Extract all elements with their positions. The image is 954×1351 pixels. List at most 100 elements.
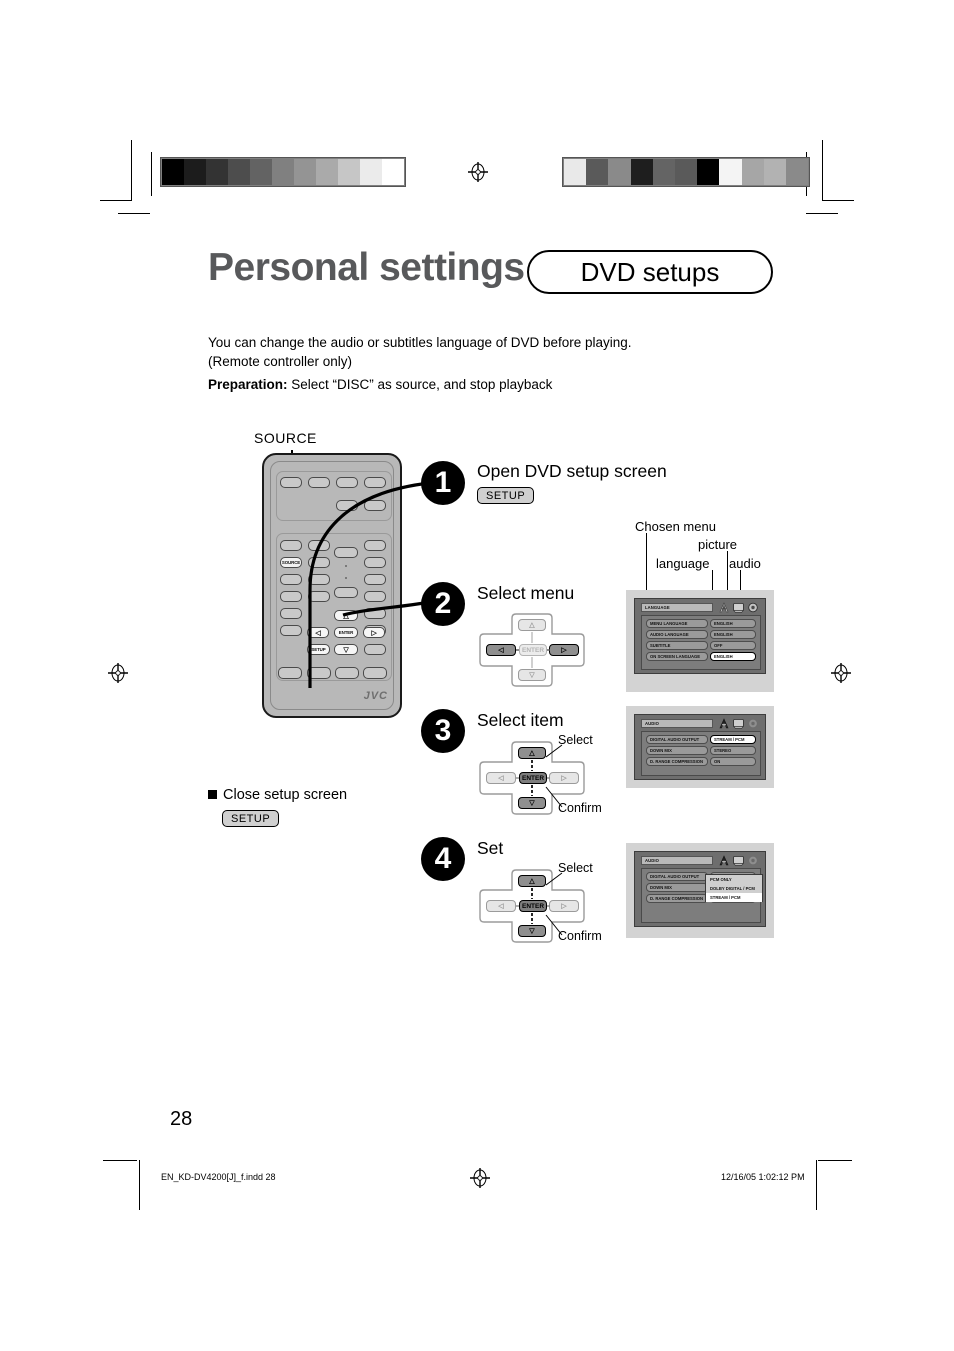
osd-language-key-3: ON SCREEN LANGUAGE: [646, 652, 708, 661]
calibration-swatch-2: [608, 159, 631, 185]
osd-language-value-1[interactable]: ENGLISH: [710, 630, 756, 639]
step-3-title: Select item: [477, 710, 564, 730]
section-badge: DVD setups: [527, 250, 773, 294]
osd-audio-step3-row-0[interactable]: DIGITAL AUDIO OUTPUT STREAM / PCM: [646, 735, 756, 744]
step-2-number: 2: [421, 582, 465, 626]
calibration-swatch-3: [228, 159, 250, 185]
registration-target-bottom: [470, 1168, 490, 1188]
audio-icon[interactable]: [748, 602, 758, 613]
osd-audio-step3-panel: DIGITAL AUDIO OUTPUT STREAM / PCM DOWN M…: [641, 731, 761, 776]
grayscale-calibration-bar-left: [160, 157, 406, 187]
calibration-swatch-0: [564, 159, 587, 185]
step-1-setup-badge[interactable]: SETUP: [477, 487, 535, 504]
osd-audio-step3-value-2[interactable]: ON: [710, 757, 756, 766]
audio-icon[interactable]: [748, 855, 758, 866]
osd-audio-step3-row-1[interactable]: DOWN MIX STEREO: [646, 746, 756, 755]
calibration-swatch-1: [586, 159, 609, 185]
osd-audio-step4-key-0: DIGITAL AUDIO OUTPUT: [646, 872, 708, 881]
step-4-leader-lines: [545, 872, 563, 936]
step-1-number: 1: [421, 461, 465, 505]
page-title: Personal settings: [208, 246, 525, 289]
step-4-number: 4: [421, 837, 465, 881]
osd-language-value-2[interactable]: OFF: [710, 641, 756, 650]
osd-language-value-0[interactable]: ENGLISH: [710, 619, 756, 628]
osd-audio-step4-icons: [719, 855, 758, 866]
calibration-swatch-4: [652, 159, 675, 185]
osd-audio-step4-screen: AUDIO DIGITAL AUDIO OUTPUT STREAM / PCM …: [634, 851, 766, 927]
preparation-label: Preparation:: [208, 377, 288, 392]
osd-audio-step3-key-0: DIGITAL AUDIO OUTPUT: [646, 735, 708, 744]
callout-curves: [308, 480, 443, 688]
calibration-swatch-7: [719, 159, 742, 185]
step-3-number: 3: [421, 709, 465, 753]
step-4-title: Set: [477, 838, 504, 858]
osd-audio-step4-dropdown[interactable]: PCM ONLY DOLBY DIGITAL / PCM STREAM / PC…: [705, 874, 763, 902]
crop-mark-bottom-left-vertical: [139, 1160, 140, 1210]
calibration-swatch-2: [206, 159, 228, 185]
registration-target-left: [108, 663, 128, 683]
osd-language-tab: LANGUAGE: [641, 603, 713, 612]
crop-mark-right-horizontal: [822, 200, 854, 201]
picture-icon[interactable]: [733, 855, 744, 866]
osd-language-row-1[interactable]: AUDIO LANGUAGE ENGLISH: [646, 630, 756, 639]
section-badge-label: DVD setups: [580, 256, 720, 287]
osd-audio-step4-key-1: DOWN MIX: [646, 883, 708, 892]
picture-icon[interactable]: [733, 718, 744, 729]
calibration-swatch-9: [360, 159, 382, 185]
crop-mark-left-horizontal: [100, 200, 132, 201]
preparation-text: Select “DISC” as source, and stop playba…: [287, 377, 553, 392]
crop-mark-top-left-vertical-2: [151, 152, 152, 196]
osd-dropdown-option-2[interactable]: STREAM / PCM: [706, 893, 762, 902]
close-setup-badge[interactable]: SETUP: [222, 810, 280, 827]
osd-language-key-1: AUDIO LANGUAGE: [646, 630, 708, 639]
crop-mark-left-horizontal-2: [118, 213, 150, 214]
osd-language-value-3[interactable]: ENGLISH: [710, 652, 756, 661]
osd-audio-step3-value-1[interactable]: STEREO: [710, 746, 756, 755]
language-icon[interactable]: [719, 602, 729, 613]
crop-mark-bottom-right-horizontal: [818, 1160, 852, 1161]
audio-icon[interactable]: [748, 718, 758, 729]
calibration-swatch-9: [763, 159, 786, 185]
crop-mark-bottom-right-vertical: [816, 1160, 817, 1210]
osd-language-row-0[interactable]: MENU LANGUAGE ENGLISH: [646, 619, 756, 628]
calibration-swatch-7: [316, 159, 338, 185]
preparation-line: Preparation: Select “DISC” as source, an…: [208, 377, 552, 392]
picture-icon[interactable]: [733, 602, 744, 613]
osd-audio-step4-key-2: D. RANGE COMPRESSION: [646, 894, 708, 903]
osd-language-screen: LANGUAGE MENU LANGUAGE ENGLISH AUDIO LAN…: [634, 598, 766, 674]
step-1-title: Open DVD setup screen: [477, 461, 667, 481]
page-number: 28: [170, 1108, 193, 1130]
footer-file-name: EN_KD-DV4200[J]_f.indd 28: [161, 1172, 276, 1182]
registration-target-right: [831, 663, 851, 683]
osd-language-panel: MENU LANGUAGE ENGLISH AUDIO LANGUAGE ENG…: [641, 615, 761, 670]
calibration-swatch-8: [338, 159, 360, 185]
close-setup-label: Close setup screen: [223, 787, 348, 803]
step-2-dpad-connectors: [516, 632, 550, 668]
step-2-title: Select menu: [477, 583, 575, 603]
language-icon[interactable]: [719, 718, 729, 729]
crop-mark-right-horizontal-2: [806, 213, 838, 214]
calibration-swatch-0: [162, 159, 184, 185]
osd-language-row-2[interactable]: SUBTITLE OFF: [646, 641, 756, 650]
language-icon[interactable]: [719, 855, 729, 866]
osd-language-row-3[interactable]: ON SCREEN LANGUAGE ENGLISH: [646, 652, 756, 661]
calibration-swatch-6: [294, 159, 316, 185]
calibration-swatch-5: [272, 159, 294, 185]
crop-mark-top-left-vertical: [131, 140, 132, 200]
osd-audio-step3-key-2: D. RANGE COMPRESSION: [646, 757, 708, 766]
osd-audio-step3-row-2[interactable]: D. RANGE COMPRESSION ON: [646, 757, 756, 766]
osd-audio-step3-value-0[interactable]: STREAM / PCM: [710, 735, 756, 744]
step-2-dpad: △ ◁ ENTER ▷ ▽: [478, 612, 586, 688]
step-3-leader-lines: [545, 744, 563, 808]
crop-mark-bottom-left-horizontal: [103, 1160, 137, 1161]
osd-dropdown-option-1[interactable]: DOLBY DIGITAL / PCM: [706, 884, 762, 893]
step-4-select-label: Select: [558, 861, 593, 875]
calibration-swatch-5: [674, 159, 698, 185]
callout-picture: picture: [698, 537, 738, 552]
calibration-swatch-6: [697, 159, 720, 185]
callout-chosen-menu: Chosen menu: [635, 519, 716, 534]
calibration-swatch-1: [184, 159, 206, 185]
step-4-confirm-label: Confirm: [558, 929, 602, 943]
osd-dropdown-option-0[interactable]: PCM ONLY: [706, 875, 762, 884]
osd-language-key-2: SUBTITLE: [646, 641, 708, 650]
